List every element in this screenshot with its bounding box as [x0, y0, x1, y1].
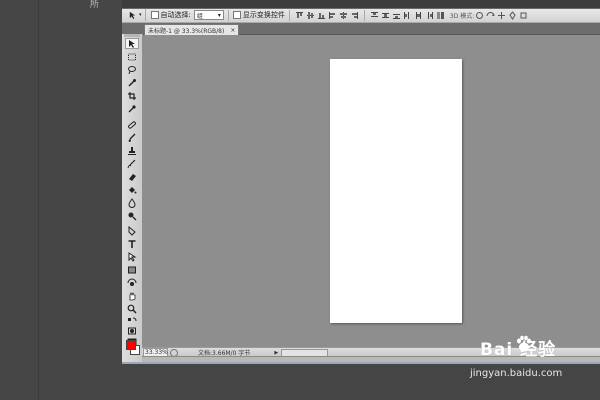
lasso-tool-icon[interactable] — [125, 64, 139, 75]
baidu-watermark: Bai 经验 jingyan.baidu.com — [470, 330, 595, 385]
blur-tool-icon[interactable] — [125, 197, 139, 208]
move-tool-icon[interactable] — [125, 38, 139, 49]
zoom-tool-icon[interactable] — [125, 303, 139, 314]
show-transform-label: 显示变换控件 — [242, 11, 285, 19]
history-brush-tool-icon[interactable] — [125, 158, 139, 169]
chevron-down-icon: ▾ — [139, 12, 142, 18]
watermark-url: jingyan.baidu.com — [470, 368, 563, 379]
align-bottom-icon[interactable] — [317, 11, 326, 20]
3d-rotate-tool-icon[interactable] — [125, 277, 139, 288]
path-selection-tool-icon[interactable] — [125, 251, 139, 262]
chevron-down-icon: ▾ — [217, 11, 221, 19]
paint-bucket-tool-icon[interactable] — [125, 184, 139, 195]
show-transform-checkbox[interactable]: 显示变换控件 — [232, 10, 285, 20]
left-divider — [38, 0, 39, 400]
distribute-hcenter-icon[interactable] — [414, 11, 423, 20]
auto-align-icon[interactable] — [436, 11, 445, 20]
auto-select-checkbox[interactable]: 自动选择: — [150, 10, 191, 20]
auto-select-label: 自动选择: — [160, 11, 191, 19]
top-left-text: 所 — [90, 0, 100, 10]
tools-panel — [122, 34, 143, 362]
align-horizontal-center-icon[interactable] — [339, 11, 348, 20]
auto-select-value: 组 — [196, 12, 203, 20]
distribute-bottom-icon[interactable] — [392, 11, 401, 20]
document-canvas[interactable] — [330, 59, 462, 323]
hand-tool-icon[interactable] — [125, 290, 139, 301]
separator — [363, 9, 365, 21]
align-left-icon[interactable] — [328, 11, 337, 20]
foreground-color-swatch[interactable] — [126, 340, 136, 350]
eyedropper-tool-icon[interactable] — [125, 103, 139, 114]
auto-select-dropdown[interactable]: 组 ▾ — [193, 10, 224, 20]
slide-3d-icon[interactable] — [508, 10, 517, 20]
close-icon[interactable]: × — [230, 27, 235, 34]
move-tool-icon — [129, 11, 136, 19]
align-top-icon[interactable] — [295, 11, 304, 20]
marquee-tool-icon[interactable] — [125, 51, 139, 62]
eraser-tool-icon[interactable] — [125, 171, 139, 182]
quick-mask-icon[interactable] — [125, 324, 139, 338]
shape-tool-icon[interactable] — [125, 264, 139, 275]
photoshop-window: ▾ 自动选择: 组 ▾ 显示变换控件 3D 模式: 未标题-1 @ 33.3%(… — [122, 0, 600, 363]
status-menu-arrow-icon[interactable]: ▶ — [274, 350, 278, 356]
pan-3d-icon[interactable] — [497, 11, 506, 20]
left-dark-area — [0, 0, 122, 400]
pen-tool-icon[interactable] — [125, 225, 139, 236]
distribute-top-icon[interactable] — [370, 11, 379, 20]
baidu-paw-icon — [517, 335, 531, 352]
mode-3d-label: 3D 模式: — [449, 12, 475, 20]
rotate-3d-icon[interactable] — [475, 11, 484, 20]
scale-3d-icon[interactable] — [519, 11, 528, 20]
distribute-vcenter-icon[interactable] — [381, 11, 390, 20]
zoom-value: 33.33% — [145, 349, 168, 356]
document-tab-title: 未标题-1 @ 33.3%(RGB/8) — [148, 27, 225, 35]
options-bar: ▾ 自动选择: 组 ▾ 显示变换控件 3D 模式: — [122, 0, 600, 23]
menu-strip — [122, 0, 600, 9]
align-right-icon[interactable] — [350, 11, 359, 20]
checkbox-box[interactable] — [150, 11, 159, 19]
separator — [227, 9, 229, 21]
quick-selection-tool-icon[interactable] — [125, 77, 139, 88]
roll-3d-icon[interactable] — [486, 11, 495, 20]
tool-preset-picker[interactable]: ▾ — [125, 9, 146, 21]
clone-stamp-tool-icon[interactable] — [125, 145, 139, 156]
brush-tool-icon[interactable] — [125, 132, 139, 143]
align-vertical-center-icon[interactable] — [306, 11, 315, 20]
document-tab[interactable]: 未标题-1 @ 33.3%(RGB/8) × — [144, 24, 240, 35]
panel-grip[interactable] — [124, 34, 140, 37]
type-tool-icon[interactable] — [125, 238, 139, 249]
separator — [288, 9, 290, 21]
canvas-area[interactable] — [142, 35, 600, 347]
distribute-right-icon[interactable] — [425, 11, 434, 20]
distribute-left-icon[interactable] — [403, 11, 412, 20]
crop-tool-icon[interactable] — [125, 90, 139, 101]
dodge-tool-icon[interactable] — [125, 210, 139, 221]
checkbox-box[interactable] — [232, 11, 241, 19]
healing-brush-tool-icon[interactable] — [125, 119, 139, 130]
document-tab-bar: 未标题-1 @ 33.3%(RGB/8) × — [122, 23, 600, 35]
